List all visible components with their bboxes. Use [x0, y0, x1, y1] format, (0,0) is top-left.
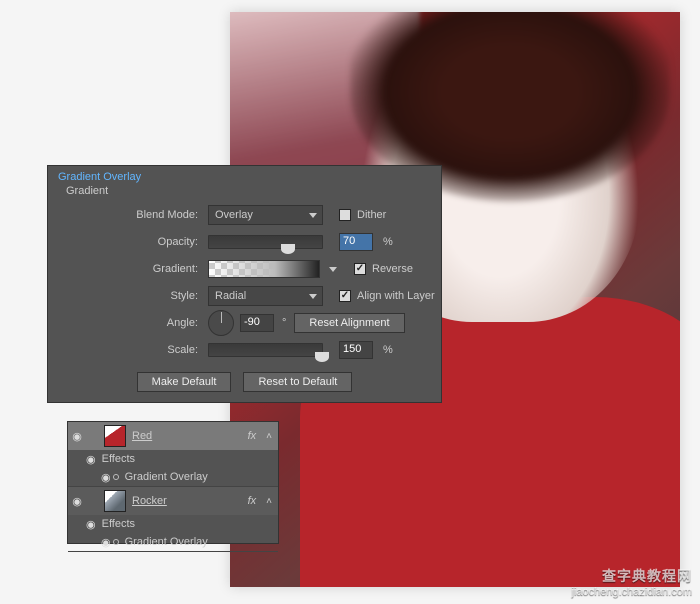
layer-name[interactable]: Rocker	[130, 495, 248, 507]
scale-value[interactable]: 150	[339, 341, 373, 359]
angle-value[interactable]: -90	[240, 314, 274, 332]
layer-thumbnail[interactable]	[104, 425, 126, 447]
visibility-icon[interactable]: ◉	[68, 430, 86, 443]
blend-mode-select[interactable]: Overlay	[208, 205, 323, 225]
layer-rocker[interactable]: ◉ Rocker fx ˄ ◉ Effects ◉ Gradient Overlay	[68, 487, 278, 552]
panel-title: Gradient Overlay	[48, 166, 441, 185]
fx-badge: fx	[248, 430, 261, 442]
align-label: Align with Layer	[357, 290, 435, 302]
angle-dial[interactable]	[208, 310, 234, 336]
effect-dot-icon	[113, 474, 119, 480]
effect-name[interactable]: Gradient Overlay	[125, 471, 208, 483]
gradient-label: Gradient:	[48, 263, 208, 275]
watermark: 查字典教程网 jiaocheng.chazidian.com	[572, 566, 692, 598]
opacity-slider[interactable]	[208, 235, 323, 249]
watermark-title: 查字典教程网	[572, 566, 692, 586]
angle-degree: °	[282, 317, 286, 329]
reset-alignment-button[interactable]: Reset Alignment	[294, 313, 404, 333]
make-default-button[interactable]: Make Default	[137, 372, 232, 392]
layer-thumbnail[interactable]	[104, 490, 126, 512]
scale-label: Scale:	[48, 344, 208, 356]
visibility-icon[interactable]: ◉	[101, 471, 111, 484]
opacity-value[interactable]: 70	[339, 233, 373, 251]
dither-label: Dither	[357, 209, 386, 221]
reverse-checkbox[interactable]	[354, 263, 366, 275]
effects-label: Effects	[102, 453, 135, 465]
opacity-pct: %	[383, 236, 393, 248]
opacity-label: Opacity:	[48, 236, 208, 248]
visibility-icon[interactable]: ◉	[86, 518, 96, 531]
dither-checkbox[interactable]	[339, 209, 351, 221]
effect-name[interactable]: Gradient Overlay	[125, 536, 208, 548]
angle-label: Angle:	[48, 317, 208, 329]
style-select[interactable]: Radial	[208, 286, 323, 306]
reset-default-button[interactable]: Reset to Default	[243, 372, 352, 392]
visibility-icon[interactable]: ◉	[68, 495, 86, 508]
gradient-overlay-panel: Gradient Overlay Gradient Blend Mode: Ov…	[47, 165, 442, 403]
panel-subtitle: Gradient	[48, 185, 441, 199]
effect-dot-icon	[113, 539, 119, 545]
chevron-up-icon[interactable]: ˄	[260, 496, 278, 507]
visibility-icon[interactable]: ◉	[86, 453, 96, 466]
reverse-label: Reverse	[372, 263, 413, 275]
layers-panel: ◉ Red fx ˄ ◉ Effects ◉ Gradient Overlay ◉ …	[67, 421, 279, 544]
visibility-icon[interactable]: ◉	[101, 536, 111, 549]
align-checkbox[interactable]	[339, 290, 351, 302]
scale-pct: %	[383, 344, 393, 356]
style-label: Style:	[48, 290, 208, 302]
layer-red[interactable]: ◉ Red fx ˄ ◉ Effects ◉ Gradient Overlay	[68, 422, 278, 487]
watermark-url: jiaocheng.chazidian.com	[572, 586, 692, 598]
effects-label: Effects	[102, 518, 135, 530]
scale-slider[interactable]	[208, 343, 323, 357]
layer-name[interactable]: Red	[130, 430, 248, 442]
blend-mode-label: Blend Mode:	[48, 209, 208, 221]
chevron-up-icon[interactable]: ˄	[260, 431, 278, 442]
gradient-picker[interactable]	[208, 260, 320, 278]
fx-badge: fx	[248, 495, 261, 507]
